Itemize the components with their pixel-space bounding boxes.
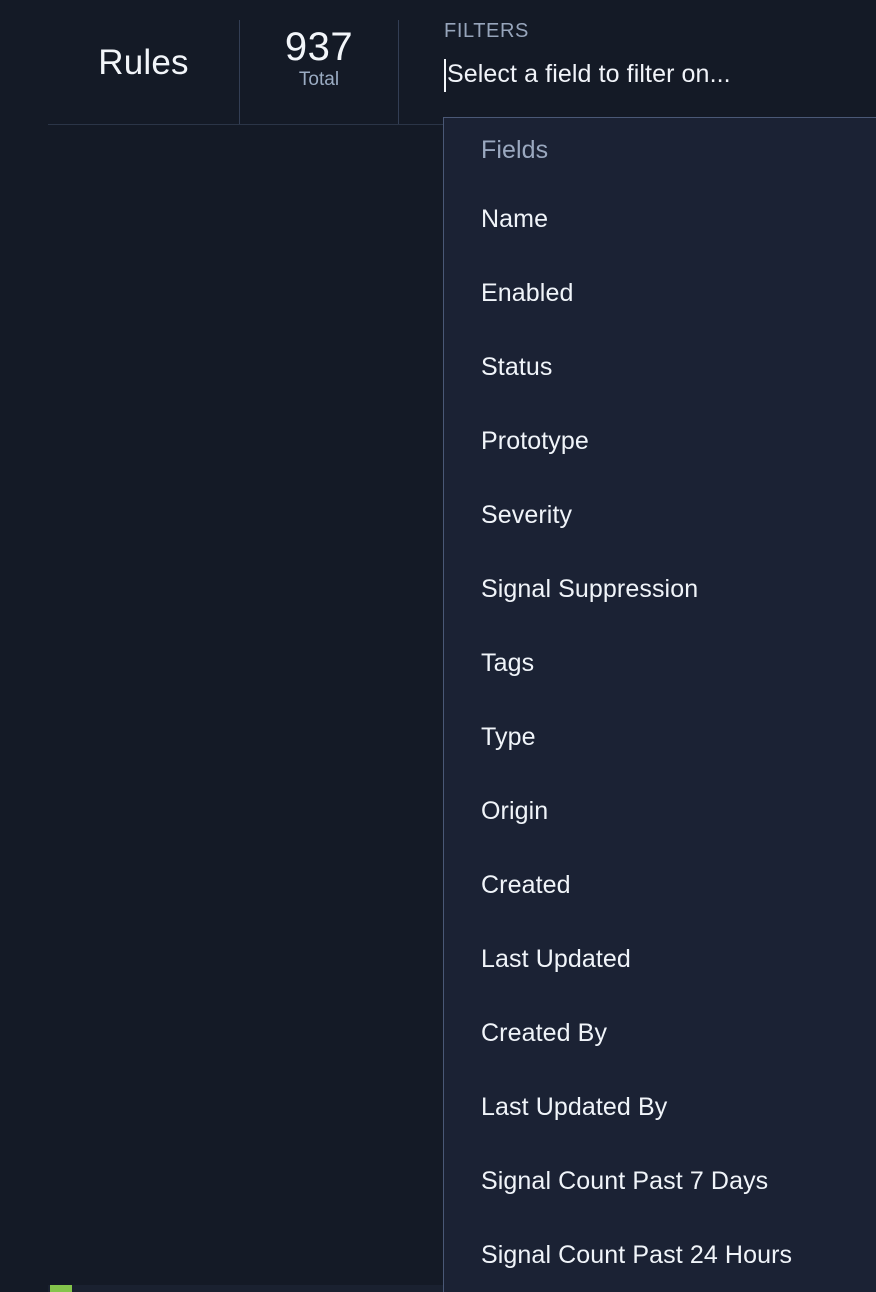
dropdown-item-status[interactable]: Status: [444, 330, 876, 404]
dropdown-item-signal-count-past-24-hours[interactable]: Signal Count Past 24 Hours: [444, 1218, 876, 1292]
page-title: Rules: [98, 42, 189, 82]
dropdown-item-enabled[interactable]: Enabled: [444, 256, 876, 330]
text-caret: [444, 59, 446, 92]
rules-table-area: [0, 125, 443, 1292]
status-badge: [50, 1285, 72, 1292]
dropdown-item-severity[interactable]: Severity: [444, 478, 876, 552]
filters-label: FILTERS: [444, 20, 529, 42]
filter-field-placeholder: Select a field to filter on...: [447, 60, 731, 89]
dropdown-item-signal-suppression[interactable]: Signal Suppression: [444, 552, 876, 626]
total-metric-label: Total: [298, 69, 340, 91]
dropdown-item-last-updated[interactable]: Last Updated: [444, 922, 876, 996]
dropdown-group-header: Fields: [481, 135, 549, 164]
rules-page: Rules 937 Total FILTERS Select a field t…: [0, 0, 876, 1292]
dropdown-item-origin[interactable]: Origin: [444, 774, 876, 848]
page-header: Rules 937 Total FILTERS Select a field t…: [0, 0, 876, 125]
dropdown-item-signal-count-past-7-days[interactable]: Signal Count Past 7 Days: [444, 1144, 876, 1218]
dropdown-item-created[interactable]: Created: [444, 848, 876, 922]
left-rail: [0, 125, 48, 1292]
filter-field-input-row[interactable]: Select a field to filter on...: [444, 58, 876, 92]
dropdown-item-prototype[interactable]: Prototype: [444, 404, 876, 478]
total-metric-value: 937: [284, 25, 354, 70]
filter-field-list: Fields Name Enabled Status Prototype Sev…: [444, 118, 876, 1292]
dropdown-item-tags[interactable]: Tags: [444, 626, 876, 700]
dropdown-item-last-updated-by[interactable]: Last Updated By: [444, 1070, 876, 1144]
filters-cell: FILTERS Select a field to filter on...: [444, 0, 876, 124]
dropdown-item-created-by[interactable]: Created By: [444, 996, 876, 1070]
header-divider-right: [398, 20, 399, 124]
total-metric-cell: 937 Total: [240, 0, 398, 124]
dropdown-item-type[interactable]: Type: [444, 700, 876, 774]
page-title-cell: Rules: [48, 0, 239, 124]
table-row[interactable]: [48, 1285, 443, 1292]
dropdown-item-name[interactable]: Name: [444, 182, 876, 256]
filter-field-dropdown[interactable]: Fields Name Enabled Status Prototype Sev…: [443, 117, 876, 1292]
